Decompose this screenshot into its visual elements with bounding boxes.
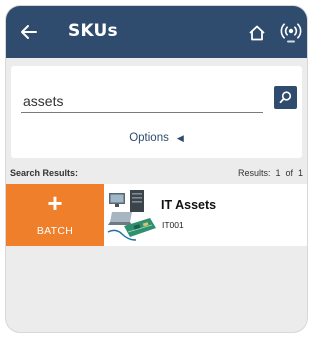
it-equipment-icon — [107, 190, 156, 241]
arrow-left-icon — [21, 25, 37, 39]
app-bar: SKUs — [6, 6, 307, 58]
item-name: IT Assets — [161, 198, 217, 212]
page-title: SKUs — [68, 21, 118, 41]
rfid-button[interactable] — [279, 19, 303, 45]
home-button[interactable] — [246, 22, 268, 44]
results-header: Search Results: Results: 1 of 1 — [6, 168, 307, 182]
batch-label: BATCH — [36, 225, 74, 237]
back-button[interactable] — [16, 19, 42, 45]
caret-left-icon: ◀ — [176, 133, 184, 143]
results-count: Results: 1 of 1 — [237, 168, 303, 178]
options-toggle[interactable]: Options ◀ — [11, 132, 302, 144]
search-button[interactable] — [274, 86, 297, 109]
rfid-signal-icon — [280, 23, 302, 43]
list-item[interactable]: + BATCH IT Assets IT001 — [6, 184, 307, 246]
search-panel: Options ◀ — [11, 66, 302, 158]
search-results-label: Search Results: — [10, 168, 79, 178]
options-label: Options — [129, 132, 169, 144]
item-code: IT001 — [162, 220, 184, 230]
app-screen: SKUs Options◀ Search Resul — [6, 6, 307, 332]
home-icon — [249, 25, 265, 41]
search-input[interactable] — [21, 89, 263, 113]
search-icon — [279, 91, 292, 104]
plus-icon: + — [47, 188, 63, 218]
batch-button[interactable]: + BATCH — [6, 184, 104, 246]
